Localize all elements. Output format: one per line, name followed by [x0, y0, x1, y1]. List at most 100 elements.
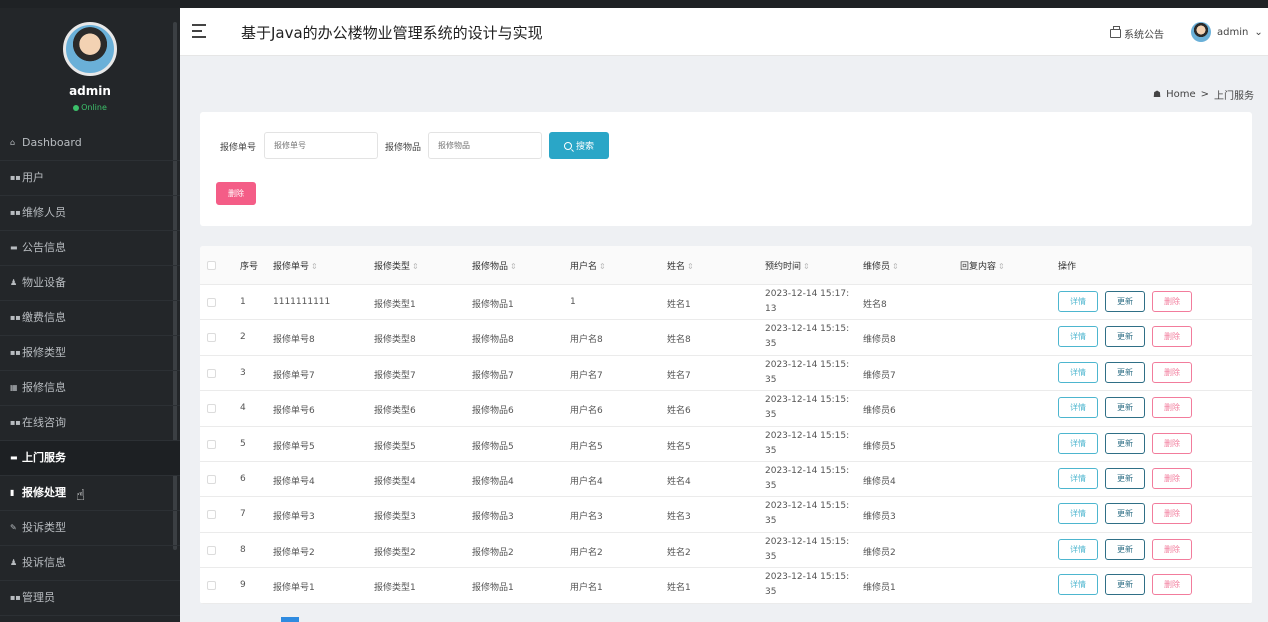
update-button[interactable]: 更新 [1105, 538, 1145, 560]
detail-button[interactable]: 详情 [1058, 538, 1098, 560]
sidebar-item[interactable]: ▦ 报修信息 [0, 371, 180, 406]
column-header[interactable]: 姓名 ⇕ [667, 259, 694, 272]
grid-icon: ▪▪ [10, 173, 21, 182]
cell-type: 报修类型3 [374, 512, 416, 523]
system-notice-link[interactable]: 系统公告 [1110, 26, 1164, 41]
delete-button[interactable]: 删除 [1152, 291, 1192, 312]
update-button[interactable]: 更新 [1105, 468, 1145, 489]
row-checkbox[interactable] [207, 545, 216, 555]
cell-repairer: 维修员5 [863, 441, 896, 452]
sidebar-item[interactable]: ♟ 投诉信息 [0, 546, 180, 581]
column-header[interactable]: 用户名 ⇕ [570, 259, 606, 272]
update-button[interactable]: 更新 [1105, 574, 1145, 596]
sidebar-item-label: 投诉信息 [22, 556, 66, 569]
search-button[interactable]: 搜索 [549, 132, 609, 159]
update-button[interactable]: 更新 [1105, 397, 1145, 419]
sidebar-item[interactable]: ▪▪ 缴费信息 [0, 301, 180, 336]
update-button[interactable]: 更新 [1105, 432, 1145, 454]
update-button[interactable]: 更新 [1105, 361, 1145, 383]
delete-button[interactable]: 删除 [1152, 468, 1192, 489]
sidebar-item[interactable]: ▬ 公告信息 [0, 231, 180, 266]
cell-order: 报修单号2 [273, 547, 315, 558]
search-panel: 报修单号 报修物品 搜索 删除 [200, 112, 1252, 226]
table-row: 9 报修单号1 报修类型1 报修物品1 用户名1 姓名1 2023-12-14 15:15:… [200, 568, 1252, 604]
detail-button[interactable]: 详情 [1058, 397, 1098, 419]
sidebar-item[interactable]: ▪▪ 在线咨询 [0, 406, 180, 441]
sidebar-item[interactable]: ✎ 投诉类型 [0, 511, 180, 546]
sidebar-item[interactable]: ♟ 物业设备 [0, 266, 180, 301]
detail-button[interactable]: 详情 [1058, 326, 1098, 348]
delete-button[interactable]: 删除 [1152, 397, 1192, 419]
row-checkbox[interactable] [207, 581, 216, 591]
cell-type: 报修类型4 [374, 477, 416, 487]
detail-button[interactable]: 详情 [1058, 574, 1098, 596]
sidebar-item-label: 上门服务 [22, 451, 66, 464]
column-header[interactable]: 报修物品 ⇕ [472, 259, 517, 272]
row-checkbox[interactable] [207, 298, 216, 307]
sidebar-item-label: 报修信息 [22, 381, 66, 394]
row-checkbox[interactable] [207, 368, 216, 378]
column-header[interactable]: 维修员 ⇕ [863, 259, 899, 272]
delete-button[interactable]: 删除 [1152, 503, 1192, 525]
sidebar: admin Online ⌂ Dashboard ▪▪ 用户 ▪▪ 维修人员 ▬ 公告信息 ♟ 物… [0, 8, 180, 622]
breadcrumb-home[interactable]: Home [1166, 89, 1196, 100]
sidebar-item-label: 维修人员 [22, 206, 66, 219]
update-button[interactable]: 更新 [1105, 326, 1145, 348]
online-status-text: Online [81, 103, 107, 112]
sort-icon[interactable]: ⇕ [510, 262, 517, 271]
detail-button[interactable]: 详情 [1058, 503, 1098, 525]
sort-icon[interactable]: ⇕ [892, 262, 899, 271]
pagination-current-page[interactable] [281, 617, 299, 622]
sidebar-item[interactable]: ▪▪ 维修人员 [0, 196, 180, 231]
sidebar-item[interactable]: ▪▪ 管理员 [0, 581, 180, 616]
delete-button[interactable]: 删除 [1152, 326, 1192, 348]
detail-button[interactable]: 详情 [1058, 468, 1098, 489]
column-header[interactable]: 报修单号 ⇕ [273, 259, 318, 272]
detail-button[interactable]: 详情 [1058, 432, 1098, 454]
row-checkbox[interactable] [207, 439, 216, 449]
batch-delete-button[interactable]: 删除 [216, 182, 256, 205]
detail-button[interactable]: 详情 [1058, 361, 1098, 383]
sort-icon[interactable]: ⇕ [803, 262, 810, 271]
admin-menu[interactable]: admin ⌄ [1191, 22, 1263, 42]
sort-icon[interactable]: ⇕ [599, 262, 606, 271]
update-button[interactable]: 更新 [1105, 503, 1145, 525]
column-header[interactable]: 回复内容 ⇕ [960, 259, 1005, 272]
delete-button[interactable]: 删除 [1152, 361, 1192, 383]
row-checkbox[interactable] [207, 510, 216, 520]
sidebar-item[interactable]: ⌂ Dashboard [0, 126, 180, 161]
delete-button[interactable]: 删除 [1152, 574, 1192, 596]
sidebar-item[interactable]: ▬ 上门服务 [0, 441, 180, 476]
update-button[interactable]: 更新 [1105, 291, 1145, 312]
cell-item: 报修物品4 [472, 477, 514, 487]
sidebar-item[interactable]: ▪▪ 报修类型 [0, 336, 180, 371]
sidebar-item[interactable]: ▪▪ 用户 [0, 161, 180, 196]
delete-button[interactable]: 删除 [1152, 432, 1192, 454]
cell-no: 6 [240, 474, 246, 484]
column-header[interactable]: 报修类型 ⇕ [374, 259, 419, 272]
sidebar-item[interactable]: ▮ 报修处理 [0, 476, 180, 511]
sidebar-item-label: 用户 [22, 171, 44, 184]
repair-item-input[interactable] [428, 132, 542, 159]
row-checkbox[interactable] [207, 333, 216, 343]
detail-button[interactable]: 详情 [1058, 291, 1098, 312]
table-row: 5 报修单号5 报修类型5 报修物品5 用户名5 姓名5 2023-12-14 15:15:… [200, 427, 1252, 462]
cell-username: 用户名7 [570, 370, 603, 381]
column-header[interactable]: 预约时间 ⇕ [765, 259, 810, 272]
cell-type: 报修类型6 [374, 406, 416, 417]
sort-icon[interactable]: ⇕ [687, 262, 694, 271]
row-checkbox[interactable] [207, 475, 216, 484]
delete-button[interactable]: 删除 [1152, 538, 1192, 560]
sort-icon[interactable]: ⇕ [998, 262, 1005, 271]
menu-toggle-icon[interactable] [192, 24, 206, 42]
online-status: Online [0, 103, 180, 112]
cell-name: 姓名2 [667, 547, 691, 558]
sort-icon[interactable]: ⇕ [412, 262, 419, 271]
select-all-checkbox[interactable] [207, 261, 216, 270]
cell-time: 2023-12-14 15:15:35 [765, 324, 850, 350]
avatar[interactable] [63, 22, 117, 76]
order-no-input[interactable] [264, 132, 378, 159]
row-checkbox[interactable] [207, 404, 216, 414]
sort-icon[interactable]: ⇕ [311, 262, 318, 271]
chevron-down-icon: ⌄ [1254, 26, 1263, 38]
